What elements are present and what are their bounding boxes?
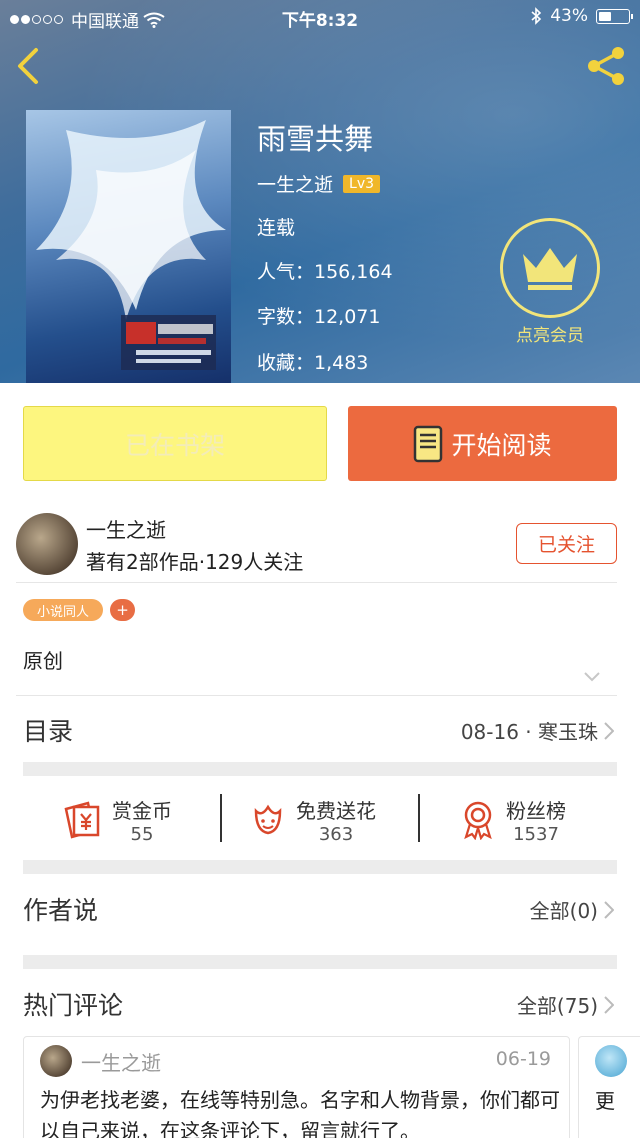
comment-user[interactable]: 一生之逝 — [81, 1047, 161, 1076]
cover-art — [36, 120, 226, 370]
serial-status: 连载 — [257, 217, 296, 239]
stat-label: 免费送花 — [296, 799, 376, 823]
book-author-line: 一生之逝 Lv3 — [257, 170, 381, 197]
divider — [16, 695, 617, 696]
comment-text: 更 — [595, 1089, 615, 1113]
back-button[interactable] — [12, 46, 46, 86]
comment-card[interactable]: 更 — [578, 1036, 640, 1138]
section-divider — [23, 955, 617, 969]
battery-icon — [596, 8, 633, 24]
fan-ranking[interactable]: 粉丝榜 1537 — [460, 790, 566, 850]
book-author[interactable]: 一生之逝 — [257, 170, 333, 197]
category-tag[interactable]: 小说同人 — [23, 599, 103, 621]
stat-label: 赏金币 — [112, 799, 172, 823]
author-stats: 著有2部作品·129人关注 — [86, 550, 304, 574]
author-avatar[interactable] — [16, 513, 78, 575]
book-title: 雨雪共舞 — [257, 122, 374, 156]
toc-latest-chapter: 08-16 · 寒玉珠 — [460, 720, 598, 744]
red-envelope-icon — [64, 801, 100, 839]
start-reading-button[interactable]: 开始阅读 — [348, 406, 617, 481]
comment-date: 06-19 — [495, 1048, 551, 1070]
follow-button[interactable]: 已关注 — [516, 523, 617, 564]
chevron-right-icon — [604, 995, 614, 1014]
medal-icon — [464, 801, 492, 840]
share-icon — [588, 47, 624, 85]
free-flowers[interactable]: 免费送花 363 — [250, 790, 376, 850]
book-header: 中国联通 下午8:32 43% 雨雪共舞 一生之逝 Lv3 连载 人气：156,… — [0, 0, 640, 383]
add-tag-button[interactable]: + — [110, 599, 135, 621]
stat-value: 363 — [318, 824, 354, 845]
vip-label: 点亮会员 — [516, 326, 584, 346]
book-cover[interactable] — [26, 110, 231, 383]
crown-ring — [500, 218, 600, 318]
book-description: 原创 — [23, 649, 63, 673]
favorites-count: 收藏：1,483 — [257, 352, 369, 374]
chevron-left-icon — [18, 48, 38, 84]
share-button[interactable] — [584, 44, 628, 88]
divider — [220, 794, 222, 842]
section-divider — [23, 860, 617, 874]
comment-card[interactable]: 一生之逝 06-19 为伊老找老婆，在线等特别急。名字和人物背景，你们都可以自己… — [23, 1036, 570, 1138]
chevron-right-icon — [604, 900, 614, 919]
comment-text: 为伊老找老婆，在线等特别急。名字和人物背景，你们都可以自己来说，在这条评论下，留… — [40, 1088, 560, 1138]
flower-icon — [254, 804, 282, 835]
toc-title: 目录 — [23, 717, 74, 746]
author-says-count: 全部(0) — [529, 899, 598, 923]
hot-comments-all-link[interactable]: 全部(75) — [517, 990, 614, 1019]
status-bar: 中国联通 下午8:32 43% — [0, 0, 640, 34]
divider — [418, 794, 420, 842]
chevron-right-icon — [604, 721, 614, 740]
bluetooth-icon — [531, 7, 542, 25]
book-icon — [414, 425, 443, 462]
hot-comments-count: 全部(75) — [516, 994, 598, 1018]
hot-comments-title: 热门评论 — [23, 991, 124, 1020]
author-says-all-link[interactable]: 全部(0) — [530, 895, 614, 924]
stat-value: 55 — [130, 824, 154, 845]
author-says-title: 作者说 — [23, 896, 99, 925]
reward-coins[interactable]: 赏金币 55 — [62, 790, 172, 850]
divider — [16, 582, 617, 583]
stat-value: 1537 — [513, 824, 559, 845]
comment-avatar[interactable] — [40, 1045, 72, 1077]
level-badge: Lv3 — [343, 174, 381, 193]
on-shelf-button[interactable]: 已在书架 — [23, 406, 327, 481]
word-count: 字数：12,071 — [257, 306, 381, 328]
vip-member-button[interactable]: 点亮会员 — [500, 218, 600, 348]
toc-latest-link[interactable]: 08-16 · 寒玉珠 — [461, 716, 614, 745]
author-name[interactable]: 一生之逝 — [86, 514, 166, 543]
crown-icon — [523, 248, 577, 290]
comment-avatar[interactable] — [595, 1045, 627, 1077]
popularity: 人气：156,164 — [257, 261, 393, 283]
battery-percent: 43% — [550, 6, 588, 26]
section-divider — [23, 762, 617, 776]
chevron-down-icon[interactable] — [584, 672, 600, 682]
start-reading-label: 开始阅读 — [451, 430, 552, 460]
stat-label: 粉丝榜 — [506, 799, 566, 823]
